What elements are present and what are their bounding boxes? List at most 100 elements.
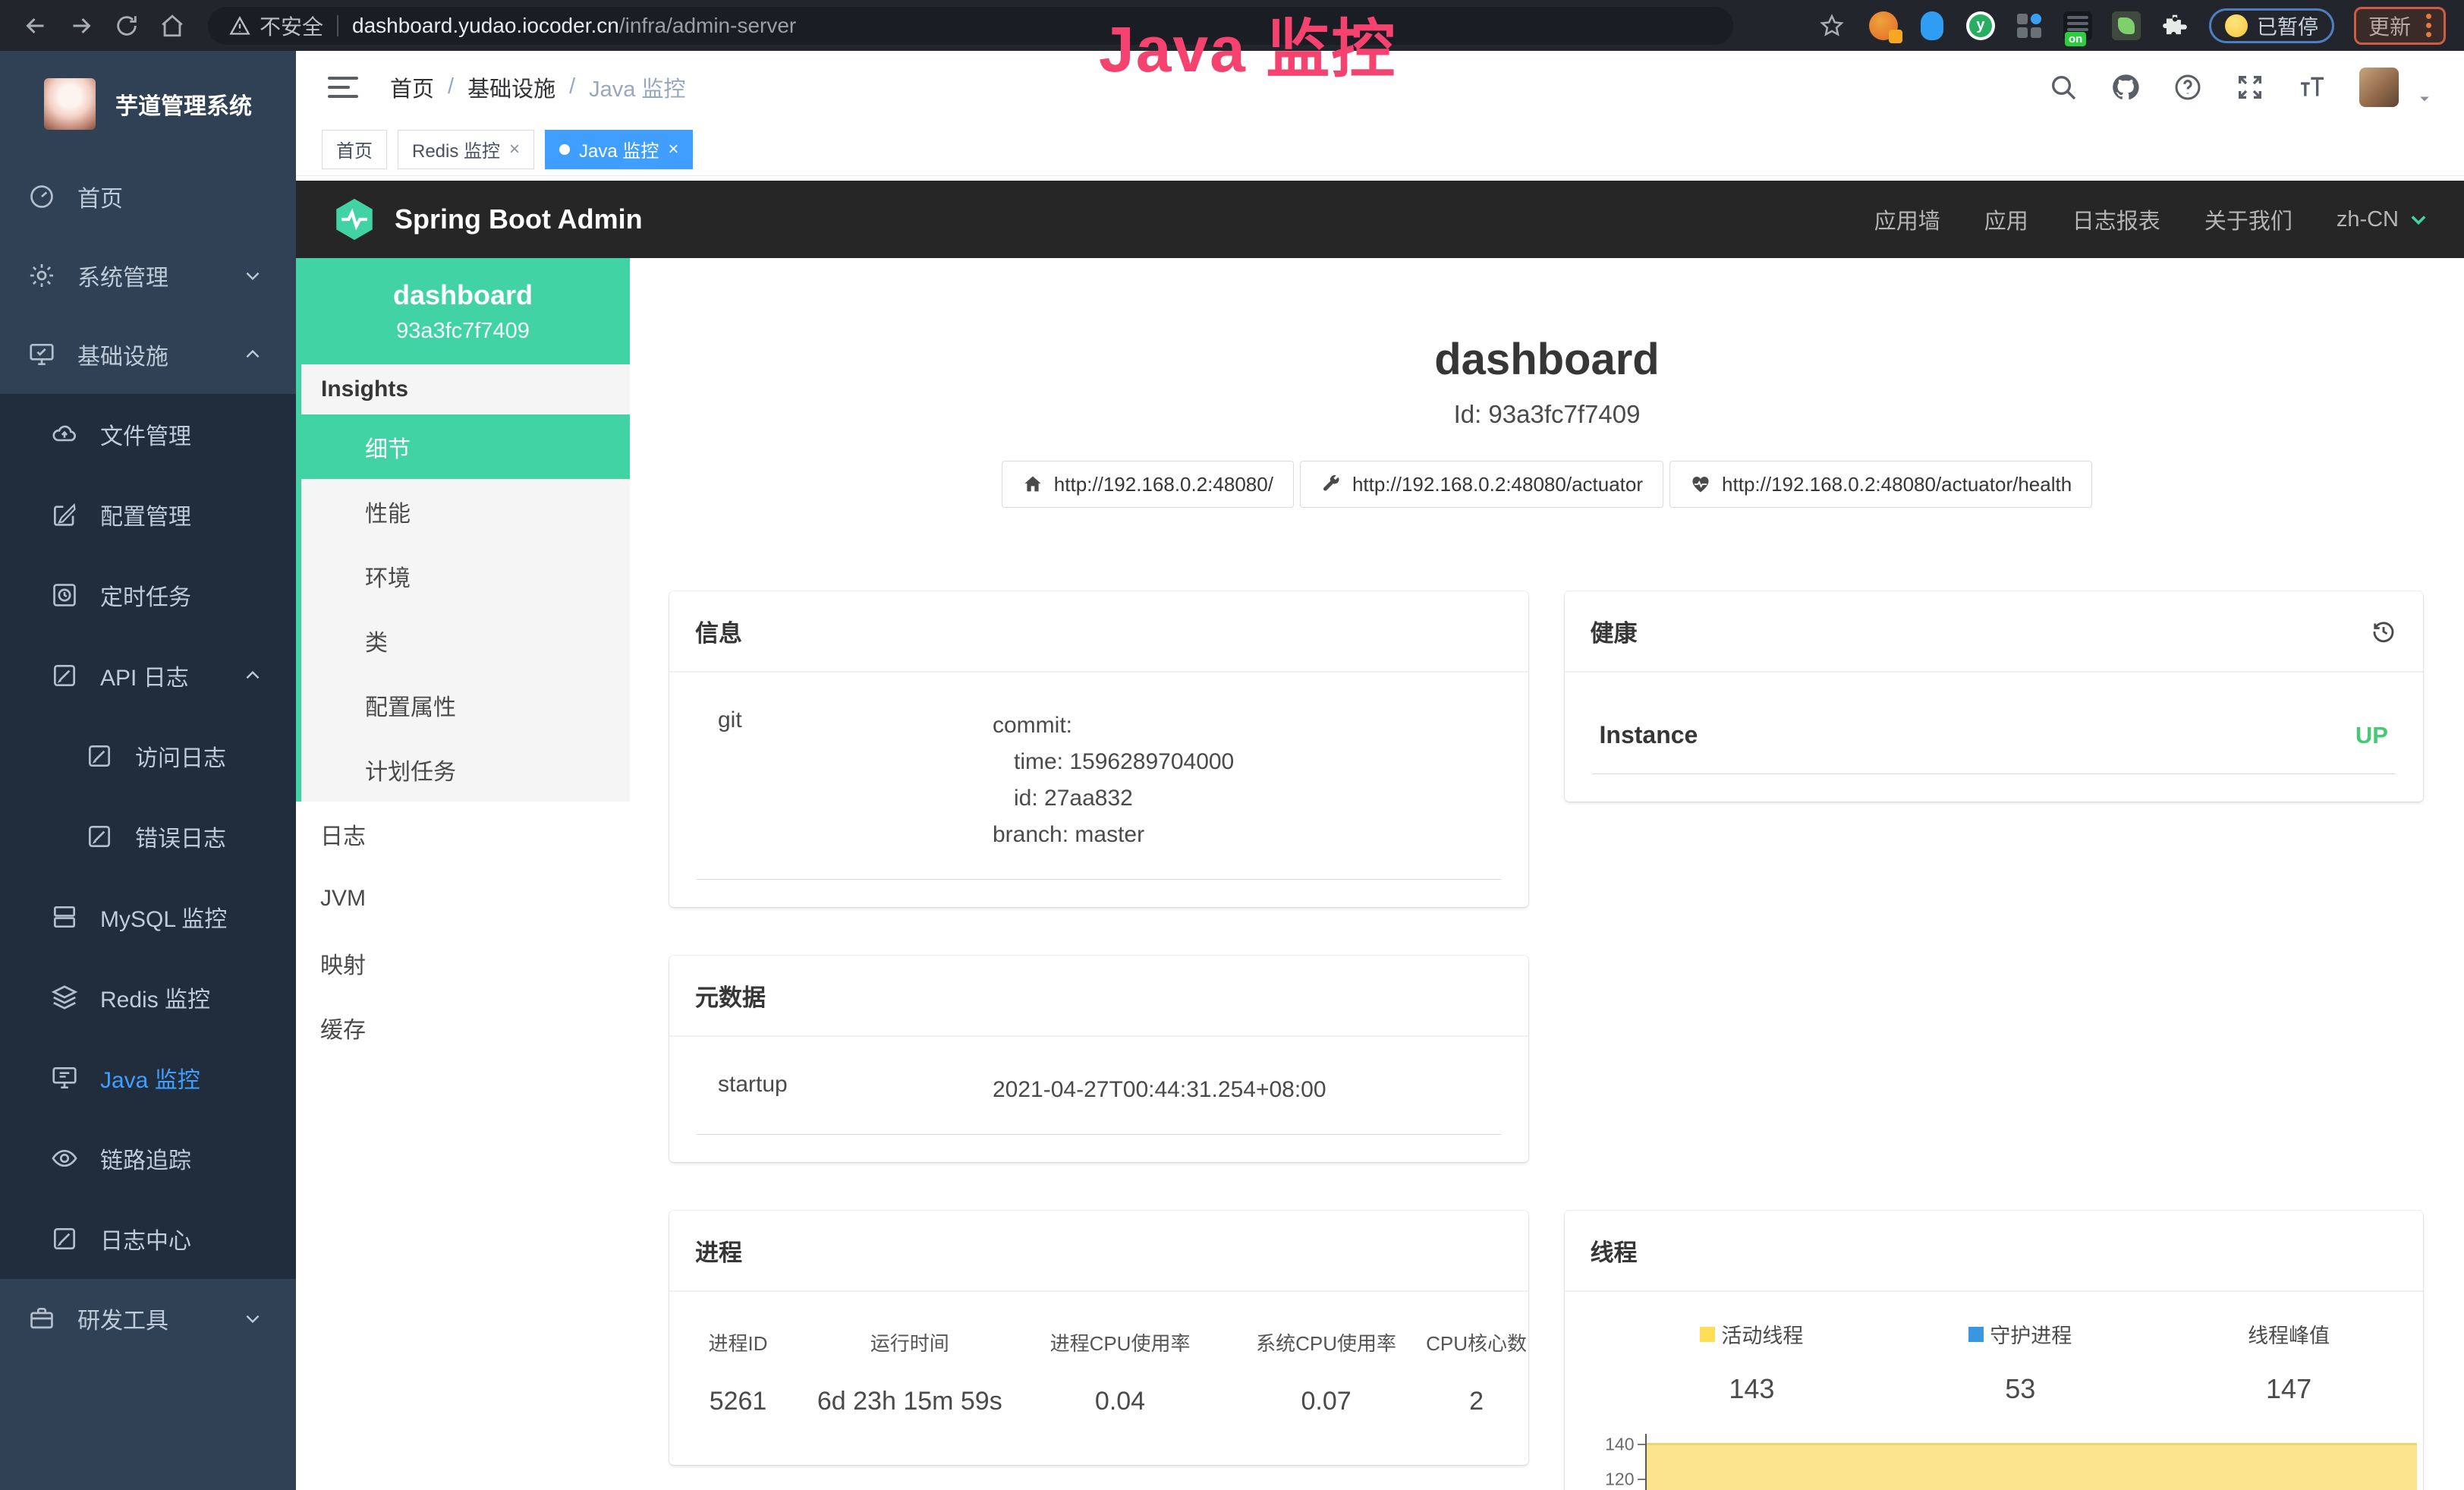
page-instance-id: Id: 93a3fc7f7409 xyxy=(630,400,2464,429)
actuator-url-button[interactable]: http://192.168.0.2:48080/actuator xyxy=(1300,461,1663,508)
sba-header: Spring Boot Admin 应用墙 应用 日志报表 关于我们 zh-CN xyxy=(296,181,2464,258)
sba-menu-mappings[interactable]: 映射 xyxy=(296,931,630,995)
extension-icon-orange[interactable] xyxy=(1869,11,1898,40)
extension-icon-grid[interactable] xyxy=(2015,11,2044,40)
home-icon xyxy=(1022,474,1043,495)
sba-menu-jvm[interactable]: JVM xyxy=(296,866,630,931)
browser-menu-icon[interactable] xyxy=(2426,14,2431,37)
sba-brand[interactable]: Spring Boot Admin xyxy=(331,196,643,243)
font-size-icon[interactable] xyxy=(2297,72,2327,102)
extensions-puzzle-icon[interactable] xyxy=(2160,11,2189,40)
sba-menu-logs[interactable]: 日志 xyxy=(296,802,630,866)
fullscreen-icon[interactable] xyxy=(2235,72,2265,102)
stat-label: 活动线程 xyxy=(1721,1319,1803,1349)
extension-bars xyxy=(2067,16,2088,31)
extension-icon-leaf[interactable] xyxy=(2112,11,2141,40)
sidebar-collapse-icon[interactable] xyxy=(328,77,358,98)
sba-menu-performance[interactable]: 性能 xyxy=(301,479,630,543)
sidebar-item-access-log[interactable]: 访问日志 xyxy=(0,716,296,796)
forward-icon[interactable] xyxy=(64,8,99,43)
sidebar-item-scheduled-jobs[interactable]: 定时任务 xyxy=(0,555,296,635)
chevron-down-icon xyxy=(243,1309,263,1328)
back-icon[interactable] xyxy=(18,8,53,43)
sidebar-item-label: 配置管理 xyxy=(100,498,191,531)
sidebar-item-infra[interactable]: 基础设施 xyxy=(0,315,296,394)
service-url-button[interactable]: http://192.168.0.2:48080/ xyxy=(1002,461,1294,508)
search-icon[interactable] xyxy=(2048,72,2079,102)
insecure-warning[interactable]: 不安全 xyxy=(229,11,323,41)
paused-extension-pill[interactable]: 已暂停 xyxy=(2209,8,2334,43)
home-icon[interactable] xyxy=(155,8,190,43)
extension-icon-pin[interactable] xyxy=(1921,11,1943,40)
briefcase-icon xyxy=(27,1304,56,1333)
sidebar-item-label: 系统管理 xyxy=(77,259,168,292)
user-avatar[interactable] xyxy=(2359,68,2399,107)
close-icon[interactable]: × xyxy=(509,140,520,159)
sidebar-item-api-log[interactable]: API 日志 xyxy=(0,635,296,716)
reload-icon[interactable] xyxy=(109,8,144,43)
sidebar-item-home[interactable]: 首页 xyxy=(0,157,296,236)
app-title: 芋道管理系统 xyxy=(115,87,252,121)
sidebar-item-label: MySQL 监控 xyxy=(100,900,227,934)
warning-icon xyxy=(229,15,250,36)
sidebar-item-system[interactable]: 系统管理 xyxy=(0,236,296,315)
sba-menu-caches[interactable]: 缓存 xyxy=(296,995,630,1060)
instance-header[interactable]: dashboard 93a3fc7f7409 xyxy=(296,258,630,364)
extension-icon-y[interactable]: y xyxy=(1966,11,1995,40)
chevron-up-icon xyxy=(243,345,263,364)
info-card: 信息 git commit: time: 1596289704000 id: 2… xyxy=(669,591,1528,907)
sba-menu-details[interactable]: 细节 xyxy=(296,414,630,479)
github-icon[interactable] xyxy=(2110,72,2141,102)
browser-update-button[interactable]: 更新 xyxy=(2354,7,2446,45)
sidebar-item-trace[interactable]: 链路追踪 xyxy=(0,1118,296,1199)
sba-nav-applications[interactable]: 应用 xyxy=(1984,203,2028,235)
stat-label: 线程峰值 xyxy=(2248,1319,2330,1349)
url-text: dashboard.yudao.iocoder.cn/infra/admin-s… xyxy=(352,14,796,38)
sidebar-item-devtools[interactable]: 研发工具 xyxy=(0,1279,296,1358)
metadata-value: 2021-04-27T00:44:31.254+08:00 xyxy=(993,1072,1326,1108)
bookmark-star-icon[interactable] xyxy=(1814,8,1849,43)
sidebar-item-config-manage[interactable]: 配置管理 xyxy=(0,474,296,555)
tab-home[interactable]: 首页 xyxy=(322,130,387,169)
sba-locale-select[interactable]: zh-CN xyxy=(2337,207,2429,232)
avatar-caret-icon[interactable] xyxy=(2417,91,2432,106)
sidebar-item-file-manage[interactable]: 文件管理 xyxy=(0,394,296,474)
history-icon[interactable] xyxy=(2370,618,2397,645)
sidebar-item-mysql-monitor[interactable]: MySQL 监控 xyxy=(0,877,296,957)
update-label: 更新 xyxy=(2368,11,2411,41)
help-icon[interactable] xyxy=(2173,72,2203,102)
sidebar-item-label: 首页 xyxy=(77,180,123,213)
sidebar-item-label: Redis 监控 xyxy=(100,981,210,1014)
close-icon[interactable]: × xyxy=(668,140,678,159)
pen-square-icon xyxy=(85,742,114,770)
breadcrumb-home[interactable]: 首页 xyxy=(390,71,434,103)
sba-nav-journal[interactable]: 日志报表 xyxy=(2072,203,2160,235)
sba-menu-scheduled-tasks[interactable]: 计划任务 xyxy=(301,737,630,802)
tab-java-monitor[interactable]: Java 监控 × xyxy=(545,130,693,169)
sidebar-submenu-infra: 文件管理 配置管理 定时任务 API 日志 xyxy=(0,394,296,1279)
chart-y-axis: 140 120 100 xyxy=(1597,1434,1645,1490)
column-header: 系统CPU使用率 xyxy=(1227,1328,1424,1356)
sba-menu-environment[interactable]: 环境 xyxy=(301,543,630,608)
edit-square-icon xyxy=(50,500,79,529)
tab-redis-monitor[interactable]: Redis 监控 × xyxy=(398,130,534,169)
extension-icon-onswitch[interactable]: on xyxy=(2063,11,2092,40)
address-bar[interactable]: 不安全 dashboard.yudao.iocoder.cn/infra/adm… xyxy=(208,7,1733,45)
sba-nav-about[interactable]: 关于我们 xyxy=(2204,203,2292,235)
sidebar-item-log-center[interactable]: 日志中心 xyxy=(0,1199,296,1279)
app-sidebar: 芋道管理系统 首页 系统管理 基础设施 文件管 xyxy=(0,51,296,1490)
breadcrumb-infra[interactable]: 基础设施 xyxy=(467,71,555,103)
sidebar-item-label: 访问日志 xyxy=(135,739,226,773)
sba-nav-wallboard[interactable]: 应用墙 xyxy=(1874,203,1940,235)
sba-menu-classes[interactable]: 类 xyxy=(301,608,630,673)
sidebar-item-error-log[interactable]: 错误日志 xyxy=(0,796,296,877)
health-url-button[interactable]: http://192.168.0.2:48080/actuator/health xyxy=(1669,461,2092,508)
sidebar-item-java-monitor[interactable]: Java 监控 xyxy=(0,1038,296,1118)
sidebar-item-redis-monitor[interactable]: Redis 监控 xyxy=(0,957,296,1038)
sba-menu-config-props[interactable]: 配置属性 xyxy=(301,673,630,737)
dashboard-gauge-icon xyxy=(27,182,56,211)
eye-icon xyxy=(50,1144,79,1173)
app-logo[interactable]: 芋道管理系统 xyxy=(0,51,296,157)
column-header: CPU核心数 xyxy=(1425,1328,1528,1356)
chevron-down-icon xyxy=(2408,209,2429,230)
